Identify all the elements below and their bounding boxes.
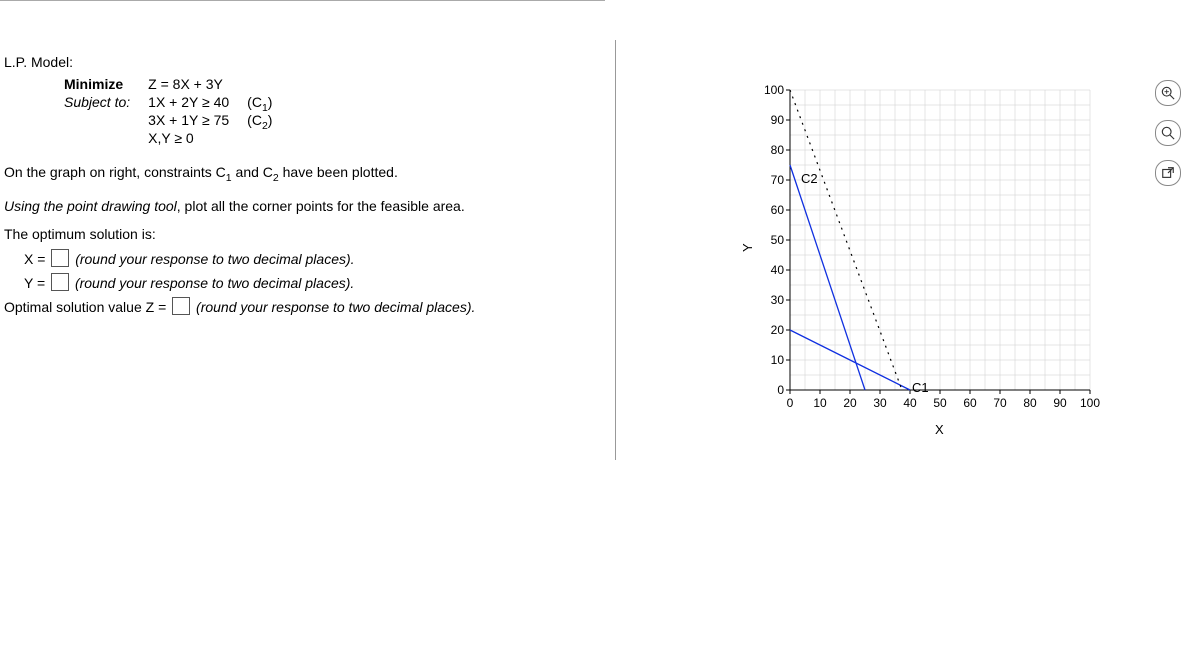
- graph-pane[interactable]: Y: [630, 60, 1190, 480]
- x-tick: 10: [810, 396, 830, 410]
- constraint-1: 1X + 2Y ≥ 40: [148, 94, 247, 112]
- answer-y-row: Y = (round your response to two decimal …: [24, 272, 597, 296]
- y-tick: 0: [760, 383, 784, 397]
- y-tick: 40: [760, 263, 784, 277]
- y-tick: 90: [760, 113, 784, 127]
- y-axis-label: Y: [740, 243, 755, 252]
- y-tick: 80: [760, 143, 784, 157]
- constraint-1-name: (C1): [247, 94, 290, 112]
- chart-svg[interactable]: C2 C1: [770, 80, 1110, 420]
- model-title: L.P. Model:: [4, 54, 597, 70]
- x-tick: 30: [870, 396, 890, 410]
- y-input[interactable]: [51, 273, 69, 291]
- x-tick: 40: [900, 396, 920, 410]
- zoom-in-icon[interactable]: [1155, 80, 1181, 106]
- y-tick: 60: [760, 203, 784, 217]
- st-label: Subject to:: [64, 94, 148, 112]
- lp-formulation: Minimize Z = 8X + 3Y Subject to: 1X + 2Y…: [64, 76, 290, 148]
- y-tick: 100: [760, 83, 784, 97]
- instruction-2: Using the point drawing tool, plot all t…: [4, 196, 597, 216]
- x-axis-label: X: [935, 422, 944, 437]
- c1-label: C1: [912, 380, 929, 395]
- answer-lead: The optimum solution is:: [4, 223, 597, 247]
- y-tick: 30: [760, 293, 784, 307]
- answer-z-row: Optimal solution value Z = (round your r…: [4, 296, 597, 320]
- answer-block: The optimum solution is: X = (round your…: [24, 223, 597, 320]
- obj-expr: Z = 8X + 3Y: [148, 76, 247, 94]
- constraint-c2-line: [790, 165, 865, 390]
- y-tick: 70: [760, 173, 784, 187]
- instruction-1: On the graph on right, constraints C1 an…: [4, 162, 597, 182]
- x-tick: 100: [1080, 396, 1100, 410]
- constraint-2-name: (C2): [247, 112, 290, 130]
- y-tick: 50: [760, 233, 784, 247]
- answer-x-row: X = (round your response to two decimal …: [24, 248, 597, 272]
- x-tick: 60: [960, 396, 980, 410]
- c2-label: C2: [801, 171, 818, 186]
- graph-tools: [1155, 80, 1185, 200]
- x-tick: 50: [930, 396, 950, 410]
- z-input[interactable]: [172, 297, 190, 315]
- x-tick: 90: [1050, 396, 1070, 410]
- y-tick: 10: [760, 353, 784, 367]
- constraint-2: 3X + 1Y ≥ 75: [148, 112, 247, 130]
- zoom-icon[interactable]: [1155, 120, 1181, 146]
- x-input[interactable]: [51, 249, 69, 267]
- pane-divider: [615, 40, 616, 460]
- x-tick: 20: [840, 396, 860, 410]
- obj-label: Minimize: [64, 76, 148, 94]
- x-tick: 0: [780, 396, 800, 410]
- nonneg: X,Y ≥ 0: [148, 130, 247, 148]
- x-tick: 70: [990, 396, 1010, 410]
- y-tick: 20: [760, 323, 784, 337]
- popout-icon[interactable]: [1155, 160, 1181, 186]
- problem-text-pane: L.P. Model: Minimize Z = 8X + 3Y Subject…: [0, 0, 605, 660]
- x-tick: 80: [1020, 396, 1040, 410]
